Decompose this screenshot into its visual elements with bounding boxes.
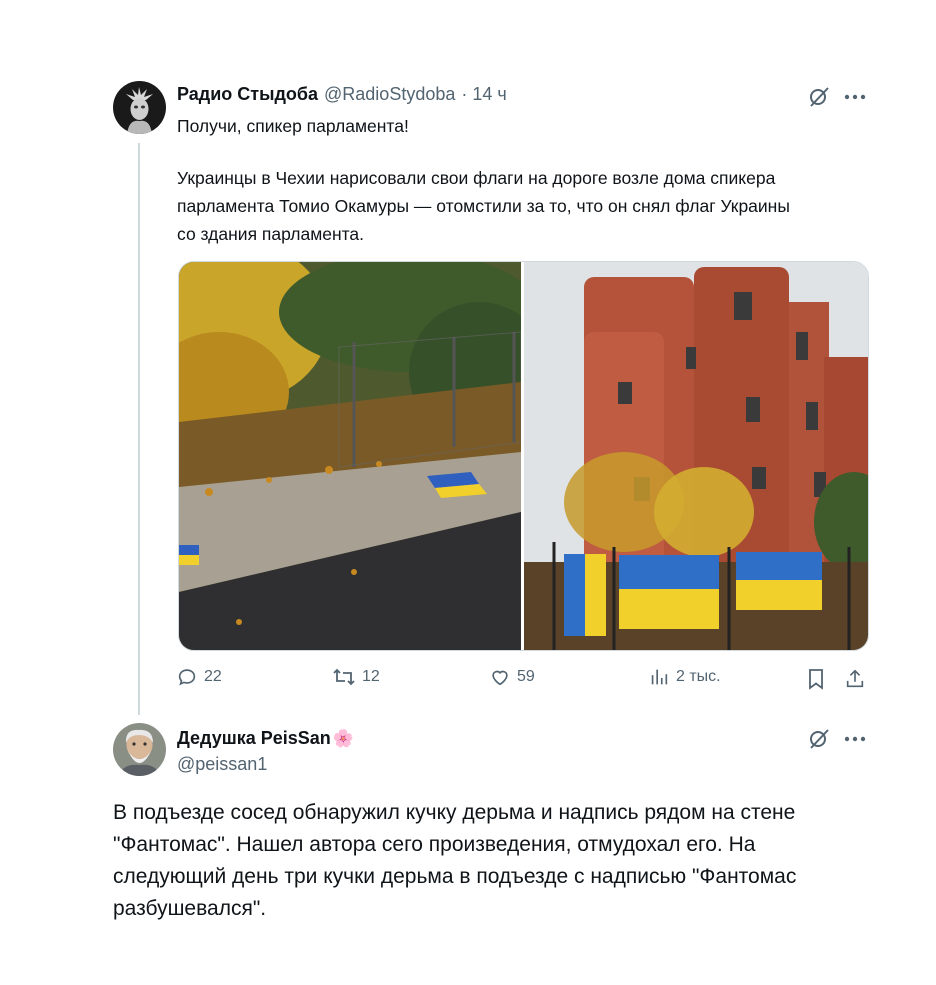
tweet1-media (178, 261, 869, 651)
repost-button[interactable]: 12 (332, 666, 380, 688)
reply-count: 22 (204, 668, 222, 685)
grok-icon[interactable] (806, 84, 832, 110)
tweet-time[interactable]: · 14 ч (461, 84, 506, 105)
like-count: 59 (517, 668, 535, 685)
repost-icon (332, 666, 356, 688)
views-count: 2 тыс. (676, 668, 721, 685)
photo-building-flags[interactable] (524, 262, 868, 650)
tweet1-text-para2-l1: Украинцы в Чехии нарисовали свои флаги н… (177, 168, 776, 188)
tweet2-text-l3: следующий день три кучки дерьма в подъез… (113, 865, 797, 888)
flower-emoji: 🌸 (332, 728, 354, 748)
tweet1-header: Радио Стыдоба @RadioStydoba · 14 ч (177, 84, 507, 105)
repost-count: 12 (362, 668, 380, 685)
tweet2-text-l4: разбушевался". (113, 897, 267, 920)
like-icon (489, 666, 511, 688)
thread-line (138, 143, 140, 715)
more-icon[interactable] (842, 84, 868, 110)
author-avatar-radiostydoba[interactable] (113, 81, 166, 134)
author-avatar-peissan[interactable] (113, 723, 166, 776)
tweet1-text-para2-l3: со здания парламента. (177, 224, 365, 244)
tweet2-text-l1: В подъезде сосед обнаружил кучку дерьма … (113, 801, 796, 824)
more-icon[interactable] (842, 726, 868, 752)
tweet2-author-row: Дедушка PeisSan 🌸 (177, 728, 354, 749)
bookmark-icon[interactable] (803, 666, 829, 692)
author-handle[interactable]: @peissan1 (177, 754, 267, 775)
photo-road-flag[interactable] (179, 262, 521, 650)
grok-icon[interactable] (806, 726, 832, 752)
reply-icon (176, 666, 198, 688)
author-name[interactable]: Радио Стыдоба (177, 84, 318, 105)
author-name[interactable]: Дедушка PeisSan (177, 728, 331, 749)
views-icon (648, 666, 670, 688)
author-handle[interactable]: @RadioStydoba (324, 84, 455, 105)
like-button[interactable]: 59 (489, 666, 535, 688)
tweet1-text-para2-l2: парламента Томио Окамуры — отомстили за … (177, 196, 790, 216)
tweet2-text-l2: "Фантомас". Нашел автора сего произведен… (113, 833, 756, 856)
reply-button[interactable]: 22 (176, 666, 222, 688)
tweet1-text-line1: Получи, спикер парламента! (177, 116, 409, 136)
views-button[interactable]: 2 тыс. (648, 666, 721, 688)
share-icon[interactable] (842, 666, 868, 692)
tweet1-actions: 22 12 59 2 тыс. (176, 666, 870, 694)
